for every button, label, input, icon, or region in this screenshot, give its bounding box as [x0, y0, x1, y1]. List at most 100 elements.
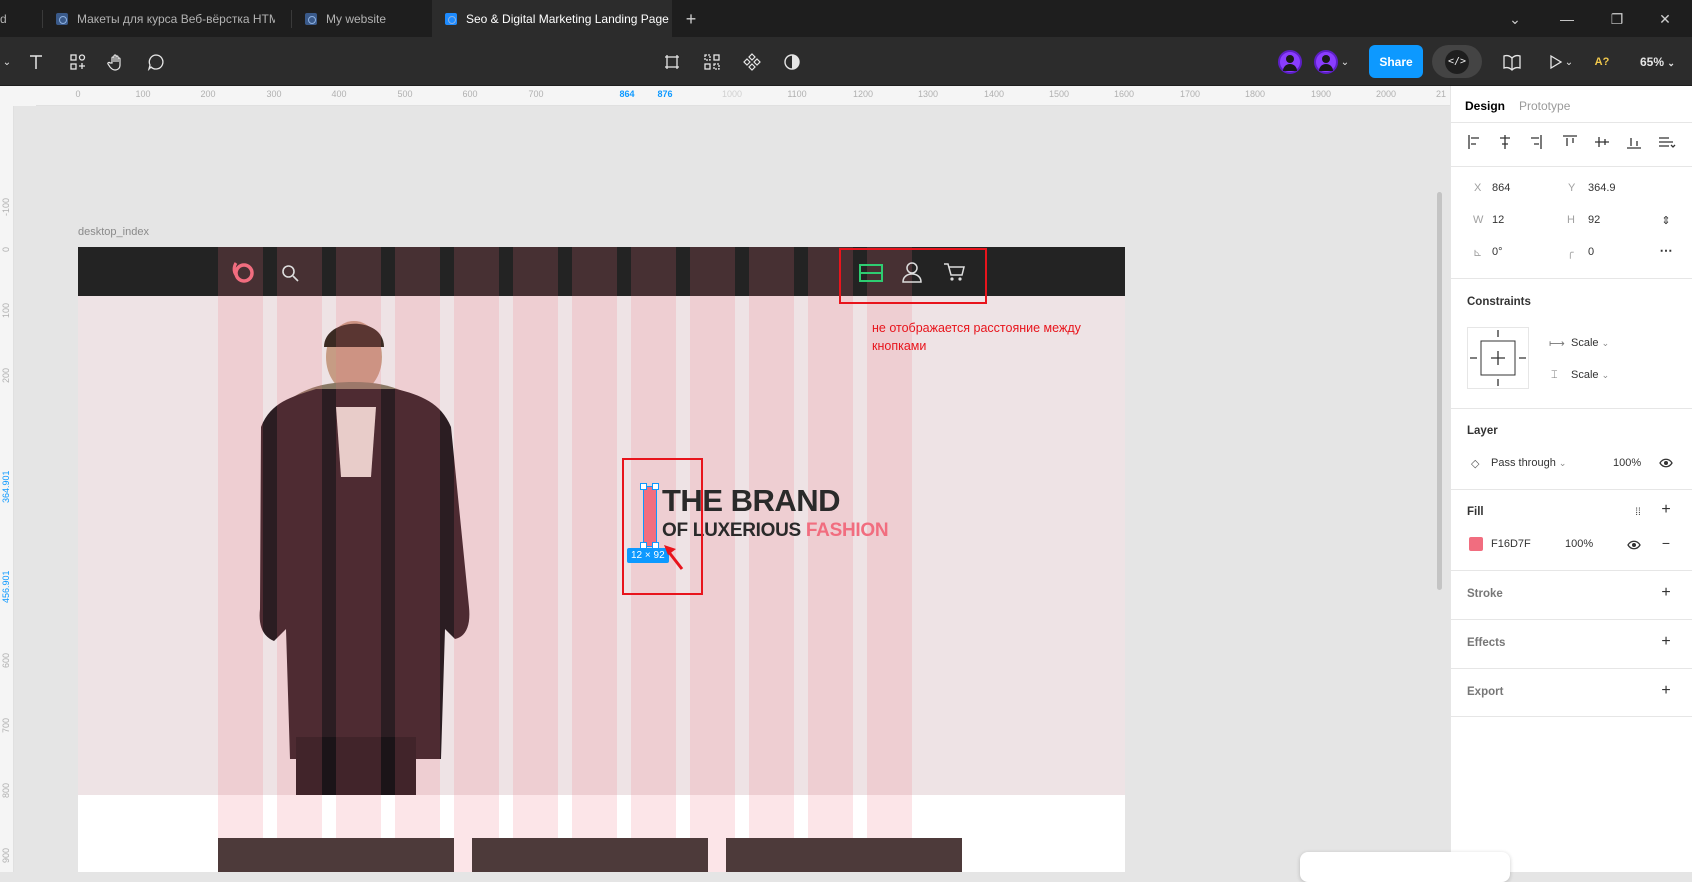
close-button[interactable]: ✕: [1642, 0, 1688, 38]
width-input[interactable]: 12: [1492, 214, 1504, 226]
height-input[interactable]: 92: [1588, 214, 1600, 226]
search-icon[interactable]: [281, 264, 299, 282]
layout-grid-column: [513, 247, 558, 872]
h-label: H: [1567, 214, 1575, 226]
minimize-button[interactable]: —: [1544, 0, 1590, 38]
add-effect-icon[interactable]: +: [1658, 633, 1674, 650]
figma-file-icon: [305, 13, 317, 25]
fill-color-swatch[interactable]: [1469, 537, 1483, 551]
logo-icon[interactable]: [228, 259, 258, 285]
annotation-note: не отображается расстояние между кнопкам…: [872, 321, 1081, 353]
tab-label: Макеты для курса Веб-вёрстка HTML: [77, 12, 275, 26]
horizontal-constraint-dropdown[interactable]: Scale ⌄: [1571, 337, 1609, 349]
add-fill-icon[interactable]: +: [1658, 501, 1674, 518]
rotation-input[interactable]: 0°: [1492, 246, 1503, 258]
figma-file-icon: [56, 13, 68, 25]
horizontal-constraint-icon: ⟼: [1549, 338, 1565, 350]
user-avatar[interactable]: [1278, 50, 1302, 74]
bottom-toolbar[interactable]: [1300, 852, 1510, 882]
layout-grid-column: [749, 247, 794, 872]
chevron-down-icon: ⌄: [1601, 338, 1610, 348]
component-icon[interactable]: [740, 50, 764, 74]
crop-icon[interactable]: [660, 50, 684, 74]
vertical-constraint-icon: ⌶: [1551, 369, 1558, 381]
chevron-down-icon[interactable]: ⌄: [0, 50, 14, 74]
tab-course-layouts[interactable]: Макеты для курса Веб-вёрстка HTML: [43, 0, 275, 38]
fill-hex-input[interactable]: F16D7F: [1491, 538, 1531, 550]
design-panel: Design Prototype X 864 Y 364.9 W 12 H 92…: [1450, 86, 1692, 872]
tab-label: d: [0, 12, 7, 26]
chevron-down-icon[interactable]: ⌄: [1338, 50, 1352, 74]
frame-label[interactable]: desktop_index: [78, 226, 149, 238]
hand-tool-icon[interactable]: [104, 50, 128, 74]
vertical-constraint-dropdown[interactable]: Scale ⌄: [1571, 369, 1609, 381]
layer-opacity-input[interactable]: 100%: [1613, 457, 1641, 469]
chevron-down-icon[interactable]: ⌄: [1562, 50, 1576, 74]
blend-mode-icon: ◇: [1471, 458, 1480, 470]
layout-grid-column: [336, 247, 381, 872]
canvas-scrollbar[interactable]: [1437, 192, 1442, 590]
eye-icon[interactable]: [1659, 458, 1673, 468]
code-icon: </>: [1445, 49, 1469, 74]
tab-my-website[interactable]: My website: [292, 0, 424, 38]
fill-opacity-input[interactable]: 100%: [1565, 538, 1593, 550]
new-tab-button[interactable]: +: [676, 0, 706, 38]
tab-prototype[interactable]: Prototype: [1519, 99, 1570, 113]
user-avatar[interactable]: [1314, 50, 1338, 74]
layout-grid-column: [277, 247, 322, 872]
share-button[interactable]: Share: [1369, 45, 1423, 78]
layout-grid-column: [218, 247, 263, 872]
chevron-down-icon: ⌄: [1667, 58, 1675, 68]
layout-grid-column: [395, 247, 440, 872]
corner-radius-icon: ╭: [1567, 247, 1574, 259]
chevron-down-icon: ⌄: [1558, 458, 1567, 468]
contrast-icon[interactable]: [780, 50, 804, 74]
comment-tool-icon[interactable]: [144, 50, 168, 74]
tab-partial[interactable]: d: [0, 0, 36, 38]
w-label: W: [1473, 214, 1484, 226]
product-card[interactable]: [472, 838, 708, 872]
styles-grid-icon[interactable]: ⁞⁞: [1630, 504, 1646, 520]
remove-fill-icon[interactable]: −: [1658, 535, 1674, 551]
resources-tool-icon[interactable]: [66, 50, 90, 74]
tab-design[interactable]: Design: [1465, 99, 1505, 113]
product-card[interactable]: [726, 838, 962, 872]
more-options-icon[interactable]: ⋯: [1658, 243, 1674, 259]
annotation-box: [839, 248, 987, 304]
zoom-dropdown[interactable]: 65% ⌄: [1640, 55, 1675, 69]
grid-icon[interactable]: [700, 50, 724, 74]
dev-mode-toggle[interactable]: </>: [1432, 45, 1482, 78]
corner-radius-input[interactable]: 0: [1588, 246, 1594, 258]
text-tool-icon[interactable]: [24, 50, 48, 74]
add-export-icon[interactable]: +: [1658, 682, 1674, 699]
export-title: Export: [1467, 686, 1504, 698]
constraints-widget[interactable]: [1467, 327, 1529, 389]
constraints-title: Constraints: [1467, 296, 1531, 308]
canvas[interactable]: 0 100 200 300 400 500 600 700 864 876 10…: [0, 86, 1450, 872]
tab-list-button[interactable]: ⌄: [1492, 0, 1538, 38]
restore-button[interactable]: ❐: [1594, 0, 1640, 38]
plus-icon: +: [685, 8, 697, 29]
add-stroke-icon[interactable]: +: [1658, 584, 1674, 601]
effects-title: Effects: [1467, 637, 1506, 649]
annotation-arrow-icon: [664, 545, 684, 570]
restore-icon: ❐: [1610, 10, 1624, 27]
product-card[interactable]: [218, 838, 454, 872]
ai-assistant-icon[interactable]: A?: [1590, 50, 1614, 74]
tab-seo-landing[interactable]: Seo & Digital Marketing Landing Page: [432, 0, 672, 38]
chevron-down-icon: ⌄: [1601, 370, 1610, 380]
alignment-controls[interactable]: [1467, 134, 1677, 150]
constrain-proportions-icon[interactable]: ⇕: [1658, 212, 1674, 228]
tab-label: Seo & Digital Marketing Landing Page: [466, 12, 669, 26]
stroke-title: Stroke: [1467, 588, 1503, 600]
x-label: X: [1474, 182, 1482, 194]
eye-icon[interactable]: [1627, 540, 1641, 550]
layout-grid-column: [808, 247, 853, 872]
y-input[interactable]: 364.9: [1588, 182, 1616, 194]
browser-tab-bar: d Макеты для курса Веб-вёрстка HTML My w…: [0, 0, 1692, 38]
library-icon[interactable]: [1500, 50, 1524, 74]
blend-mode-dropdown[interactable]: Pass through ⌄: [1491, 457, 1566, 469]
ruler-top: 0 100 200 300 400 500 600 700 864 876 10…: [36, 86, 1450, 106]
x-input[interactable]: 864: [1492, 182, 1510, 194]
layout-grid-column: [454, 247, 499, 872]
